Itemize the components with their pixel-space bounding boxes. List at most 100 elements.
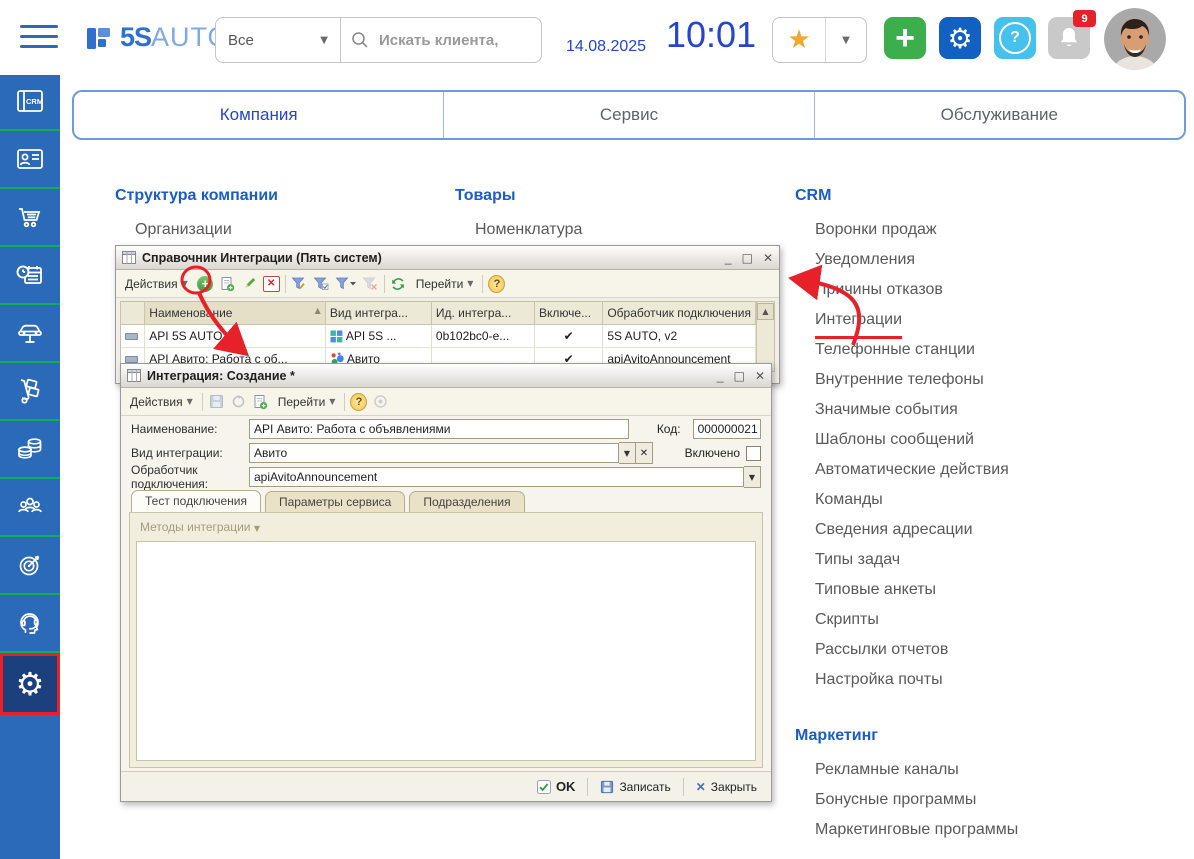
add-item-button[interactable]: + <box>197 275 214 292</box>
copy-item-button[interactable] <box>219 275 236 292</box>
menu-item[interactable]: Шаблоны сообщений <box>815 425 1009 455</box>
sidebar-item-support[interactable] <box>0 595 60 653</box>
tab-company[interactable]: Компания <box>74 92 443 138</box>
menu-item[interactable]: Сведения адресации <box>815 515 1009 545</box>
maximize-icon[interactable]: □ <box>742 251 753 265</box>
menu-item[interactable]: Номенклатура <box>475 215 582 245</box>
sidebar-item-targets[interactable] <box>0 537 60 595</box>
actions-menu-button[interactable]: Действия▼ <box>126 393 197 411</box>
kind-clear-button[interactable]: ✕ <box>636 442 653 464</box>
help-button[interactable]: ? <box>994 17 1036 59</box>
table-scrollbar[interactable]: ▲ <box>756 302 774 371</box>
goto-menu-button[interactable]: Перейти▼ <box>274 393 340 411</box>
kind-dropdown-button[interactable]: ▼ <box>619 442 636 464</box>
menu-item[interactable]: Внутренние телефоны <box>815 365 1009 395</box>
tab-service-params[interactable]: Параметры сервиса <box>265 491 405 512</box>
favorites-dropdown-button[interactable]: ▼ <box>826 18 866 62</box>
filter-history-button[interactable] <box>335 275 357 292</box>
user-avatar[interactable] <box>1104 8 1166 70</box>
app-page: 5SAUTO Все ▼ 14.08.2025 10:01 ★ ▼ + ⚙ ? <box>0 0 1194 859</box>
notifications-button[interactable]: 9 <box>1048 17 1090 59</box>
tab-service[interactable]: Сервис <box>443 92 813 138</box>
hamburger-menu-icon[interactable] <box>20 18 58 48</box>
minimize-icon[interactable]: _ <box>717 369 724 383</box>
edit-item-button[interactable] <box>241 275 258 292</box>
menu-item[interactable]: Команды <box>815 485 1009 515</box>
menu-item[interactable]: Телефонные станции <box>815 335 1009 365</box>
header-icon-col[interactable] <box>121 302 145 325</box>
menu-item[interactable]: Значимые события <box>815 395 1009 425</box>
table-row[interactable]: API 5S AUTO API 5S ... 0b102bc0-e... ✔ 5… <box>121 325 756 348</box>
favorites-star-button[interactable]: ★ <box>773 18 826 62</box>
search-input[interactable] <box>377 31 531 50</box>
menu-item[interactable]: Организации <box>135 215 278 245</box>
menu-item[interactable]: Скрипты <box>815 605 1009 635</box>
enabled-checkbox[interactable] <box>746 446 761 461</box>
menu-item[interactable]: Настройка почты <box>815 665 1009 695</box>
handler-dropdown-button[interactable]: ▼ <box>744 466 761 488</box>
close-button[interactable]: ✕ Закрыть <box>690 778 763 796</box>
delete-item-button[interactable]: ✕ <box>263 275 280 292</box>
actions-menu-button[interactable]: Действия▼ <box>121 275 192 293</box>
column-header-name[interactable]: Наименование▲ <box>145 302 326 325</box>
search-filter-dropdown[interactable]: Все ▼ <box>216 18 341 62</box>
reread-button-disabled[interactable] <box>230 393 247 410</box>
sidebar-item-settings[interactable]: ⚙ <box>0 653 60 715</box>
cell-enabled: ✔ <box>535 325 603 348</box>
sidebar-item-planner[interactable] <box>0 247 60 305</box>
menu-item[interactable]: Автоматические действия <box>815 455 1009 485</box>
sidebar-item-crm[interactable]: CRM <box>0 73 60 131</box>
methods-list[interactable] <box>136 541 756 761</box>
filter-setup-button[interactable] <box>291 275 308 292</box>
menu-item[interactable]: Бонусные программы <box>815 785 1018 815</box>
menu-item[interactable]: Уведомления <box>815 245 1009 275</box>
column-header-kind[interactable]: Вид интегра... <box>325 302 431 325</box>
menu-item[interactable]: Маркетинговые программы <box>815 815 1018 845</box>
window-titlebar[interactable]: Справочник Интеграции (Пять систем) _ □ … <box>116 246 779 270</box>
sidebar-item-contacts[interactable] <box>0 131 60 189</box>
name-input[interactable]: API Авито: Работа с объявлениями <box>249 419 629 439</box>
sidebar-item-finance[interactable] <box>0 421 60 479</box>
column-header-handler[interactable]: Обработчик подключения <box>603 302 756 325</box>
window-titlebar[interactable]: Интеграция: Создание * _ □ ✕ <box>121 364 771 388</box>
help-icon-button[interactable]: ? <box>350 393 367 410</box>
goto-menu-button[interactable]: Перейти▼ <box>412 275 478 293</box>
menu-item[interactable]: Рассылки отчетов <box>815 635 1009 665</box>
close-icon[interactable]: ✕ <box>763 251 773 265</box>
menu-item[interactable]: Типы задач <box>815 545 1009 575</box>
quick-add-button[interactable]: + <box>884 17 926 59</box>
app-logo[interactable]: 5SAUTO <box>84 22 230 53</box>
scroll-up-icon[interactable]: ▲ <box>757 303 774 320</box>
close-icon[interactable]: ✕ <box>755 369 765 383</box>
window-title: Справочник Интеграции (Пять систем) <box>142 251 719 265</box>
tab-connection-test[interactable]: Тест подключения <box>131 490 261 512</box>
code-input[interactable]: 000000021 <box>693 419 761 439</box>
sidebar-item-service[interactable] <box>0 305 60 363</box>
column-header-enabled[interactable]: Включе... <box>535 302 603 325</box>
sidebar-item-sales[interactable] <box>0 189 60 247</box>
save-button[interactable]: Записать <box>594 778 676 796</box>
column-header-id[interactable]: Ид. интегра... <box>431 302 534 325</box>
discussion-button-disabled[interactable] <box>372 393 389 410</box>
menu-item[interactable]: Рекламные каналы <box>815 755 1018 785</box>
help-icon-button[interactable]: ? <box>488 275 505 292</box>
refresh-button[interactable] <box>390 275 407 292</box>
settings-button[interactable]: ⚙ <box>939 17 981 59</box>
menu-item[interactable]: Типовые анкеты <box>815 575 1009 605</box>
menu-item[interactable]: Причины отказов <box>815 275 1009 305</box>
menu-item[interactable]: Воронки продаж <box>815 215 1009 245</box>
minimize-icon[interactable]: _ <box>725 251 732 265</box>
maximize-icon[interactable]: □ <box>734 369 745 383</box>
copy-item-button[interactable] <box>252 393 269 410</box>
tab-departments[interactable]: Подразделения <box>409 491 524 512</box>
sidebar-item-warehouse[interactable] <box>0 363 60 421</box>
ok-button[interactable]: OK <box>531 777 582 796</box>
menu-item-integrations[interactable]: Интеграции <box>815 305 1009 335</box>
save-button-disabled[interactable] <box>208 393 225 410</box>
handler-input[interactable]: apiAvitoAnnouncement <box>249 467 744 487</box>
kind-input[interactable]: Авито <box>249 443 619 463</box>
filter-off-button[interactable] <box>362 275 379 292</box>
filter-by-value-button[interactable] <box>313 275 330 292</box>
tab-maintenance[interactable]: Обслуживание <box>814 92 1184 138</box>
sidebar-item-team[interactable] <box>0 479 60 537</box>
